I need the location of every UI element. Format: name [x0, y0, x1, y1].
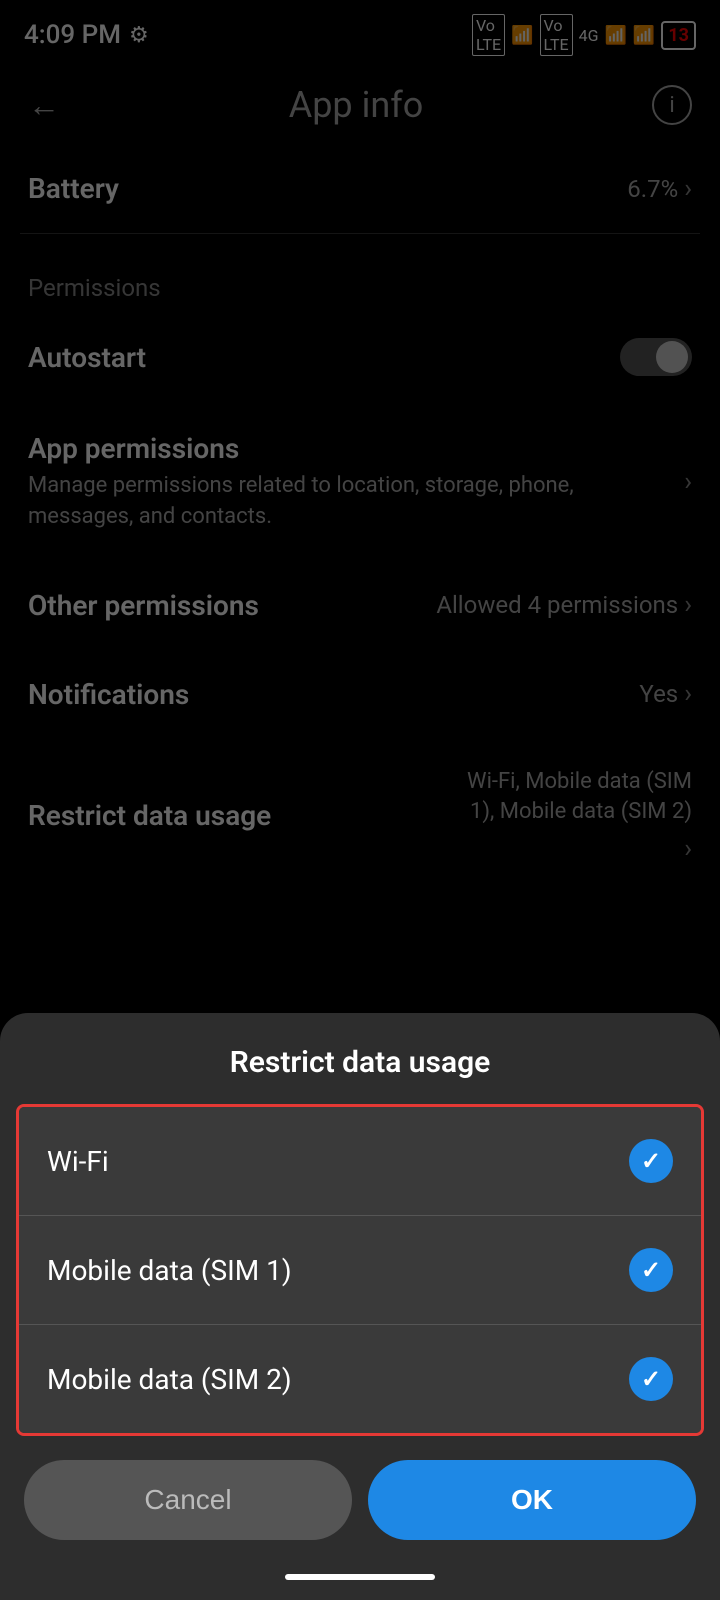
wifi-checkmark: ✓ [641, 1147, 661, 1175]
restrict-data-usage-dialog: Restrict data usage Wi-Fi ✓ Mobile data … [0, 1013, 720, 1600]
mobile-data-sim2-option[interactable]: Mobile data (SIM 2) ✓ [19, 1324, 701, 1433]
wifi-option-label: Wi-Fi [47, 1145, 109, 1178]
home-indicator [285, 1574, 435, 1580]
mobile-data-sim2-checkmark: ✓ [641, 1365, 661, 1393]
mobile-data-sim2-label: Mobile data (SIM 2) [47, 1363, 292, 1396]
wifi-option[interactable]: Wi-Fi ✓ [19, 1107, 701, 1215]
mobile-data-sim1-label: Mobile data (SIM 1) [47, 1254, 292, 1287]
mobile-data-sim1-checkbox[interactable]: ✓ [629, 1248, 673, 1292]
mobile-data-sim1-option[interactable]: Mobile data (SIM 1) ✓ [19, 1215, 701, 1324]
wifi-checkbox[interactable]: ✓ [629, 1139, 673, 1183]
options-selection-box: Wi-Fi ✓ Mobile data (SIM 1) ✓ Mobile dat… [16, 1104, 704, 1436]
dialog-title: Restrict data usage [0, 1013, 720, 1104]
mobile-data-sim2-checkbox[interactable]: ✓ [629, 1357, 673, 1401]
dialog-buttons: Cancel OK [0, 1436, 720, 1540]
cancel-button[interactable]: Cancel [24, 1460, 352, 1540]
ok-button[interactable]: OK [368, 1460, 696, 1540]
mobile-data-sim1-checkmark: ✓ [641, 1256, 661, 1284]
